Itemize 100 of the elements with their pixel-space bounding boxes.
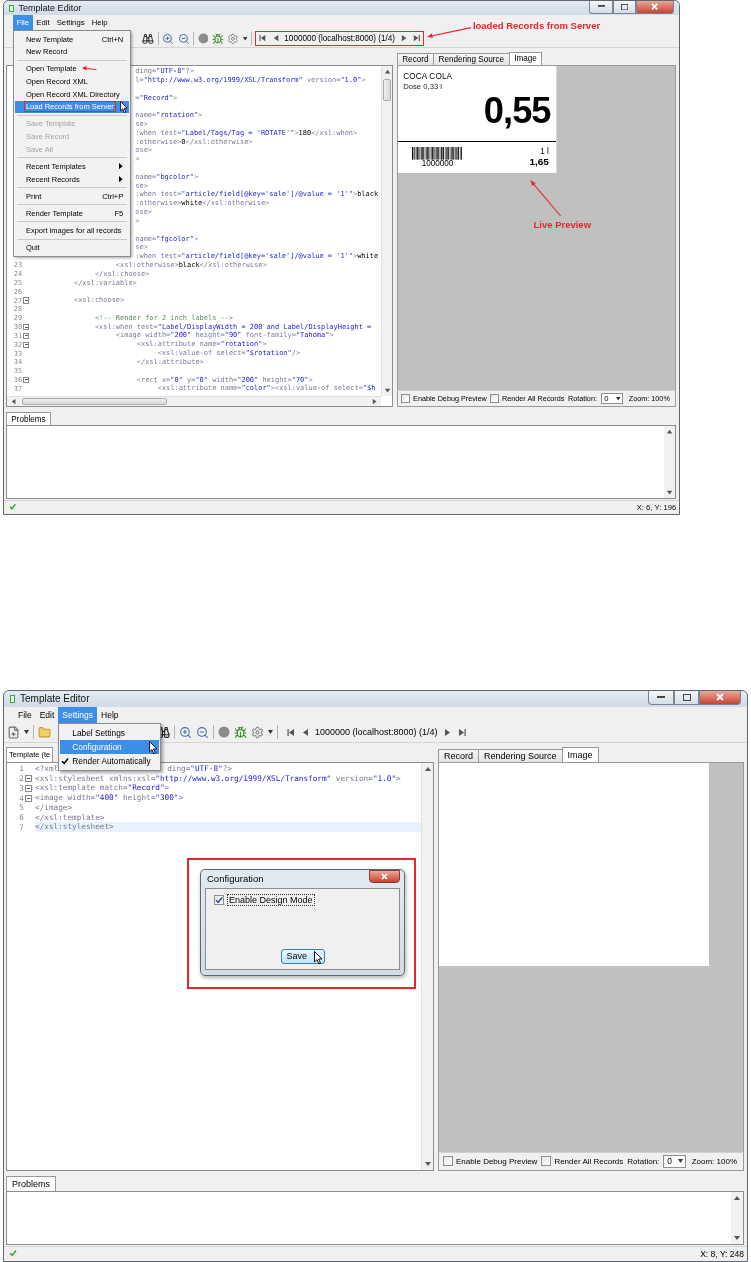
checkbox-label: Render All Records [554, 1156, 624, 1166]
close-button[interactable] [635, 1, 674, 14]
rotation-label: Rotation: [627, 1156, 660, 1166]
problems-tab[interactable]: Problems [6, 1175, 56, 1191]
mouse-pointer-icon [119, 101, 128, 115]
zoom-out-icon[interactable] [177, 32, 190, 45]
menu-bar-item[interactable]: Edit [35, 706, 59, 723]
annotation-arrow [530, 179, 562, 217]
preview-tab[interactable]: Image [561, 746, 599, 762]
preview-tab[interactable]: Record [438, 748, 479, 762]
checkbox[interactable] [401, 394, 411, 404]
price-text: 0,55 [483, 94, 551, 129]
bug-icon[interactable] [212, 32, 224, 45]
unit-price: 1,65 [529, 156, 549, 168]
caret-icon [616, 396, 621, 401]
next-record-icon[interactable] [399, 34, 408, 43]
checkbox-label: Render All Records [502, 394, 565, 404]
record-indicator: 1000000 (localhost:8000) (1/4) [284, 34, 395, 43]
scroll-down-icon[interactable] [383, 387, 391, 395]
save-button[interactable]: Save [280, 948, 325, 964]
circle-icon[interactable] [218, 726, 230, 739]
bug-icon[interactable] [234, 725, 247, 739]
scroll-right-icon[interactable] [371, 398, 379, 406]
scroll-down-icon[interactable] [666, 489, 674, 497]
scroll-down-icon[interactable] [423, 1159, 432, 1168]
fold-icon[interactable] [25, 775, 32, 783]
first-record-icon[interactable] [287, 727, 296, 737]
caret-icon[interactable] [268, 730, 273, 735]
app-icon [10, 694, 15, 703]
new-file-icon[interactable] [7, 725, 20, 739]
scroll-up-icon[interactable] [383, 68, 391, 76]
checkbox-label: Enable Debug Preview [456, 1156, 538, 1166]
fold-icon[interactable] [23, 297, 30, 304]
preview-tab[interactable]: Image [508, 51, 543, 66]
menu-bar-item[interactable]: File [14, 706, 36, 723]
annotation-text: Live Preview [533, 219, 592, 231]
circle-icon[interactable] [197, 33, 209, 44]
maximize-button[interactable] [674, 690, 699, 705]
close-icon [650, 3, 659, 11]
checkbox[interactable] [490, 394, 500, 404]
fold-icon[interactable] [23, 323, 30, 331]
zoom-in-icon[interactable] [179, 725, 192, 739]
fold-icon[interactable] [25, 794, 32, 802]
checkbox[interactable] [214, 894, 224, 905]
mouse-pointer-icon [148, 740, 158, 755]
problems-tab[interactable]: Problems [5, 411, 52, 426]
zoom-in-icon[interactable] [162, 32, 175, 45]
close-button[interactable] [369, 870, 400, 884]
fold-icon[interactable] [25, 784, 32, 792]
last-record-icon[interactable] [412, 34, 421, 43]
maximize-icon [682, 693, 691, 701]
previous-record-icon[interactable] [271, 34, 280, 43]
preview-tab[interactable]: Rendering Source [433, 53, 510, 66]
barcode-number: 1000000 [421, 159, 454, 168]
fold-icon[interactable] [23, 376, 30, 384]
zoom-out-icon[interactable] [196, 725, 209, 739]
scroll-up-icon[interactable] [666, 428, 674, 436]
rotation-select[interactable]: 0 [663, 1154, 686, 1168]
scroll-down-icon[interactable] [733, 1233, 741, 1242]
fold-icon[interactable] [23, 341, 30, 348]
menu-item[interactable]: Render Automatically [60, 753, 159, 768]
cursor-position: X: 8, Y: 248 [700, 1248, 744, 1259]
caret-icon [677, 1159, 683, 1164]
fold-icon[interactable] [23, 332, 30, 340]
dialog-title: Configuration [207, 873, 264, 885]
menu-item[interactable]: Label Settings [60, 725, 159, 740]
minimize-icon [597, 5, 605, 9]
maximize-button[interactable] [612, 1, 636, 14]
scrollbar-thumb[interactable] [383, 78, 392, 101]
menu-bar-item[interactable]: Help [97, 706, 123, 723]
caret-icon[interactable] [24, 730, 29, 735]
close-icon [381, 873, 388, 881]
last-record-icon[interactable] [456, 727, 466, 737]
scrollbar-thumb[interactable] [22, 398, 167, 406]
unit-text: 1 l [540, 148, 549, 157]
window-title: Template Editor [18, 3, 82, 14]
minimize-button[interactable] [589, 1, 613, 14]
product-name: COCA COLA [403, 71, 454, 81]
checkbox[interactable] [443, 1156, 453, 1167]
next-record-icon[interactable] [442, 727, 452, 737]
minimize-icon [657, 695, 665, 699]
preview-tab[interactable]: Record [396, 53, 434, 66]
scroll-left-icon[interactable] [9, 398, 17, 406]
maximize-icon [620, 3, 628, 10]
checkbox-label: Enable Design Mode [227, 893, 315, 906]
close-button[interactable] [699, 690, 741, 705]
checkbox[interactable] [541, 1156, 552, 1167]
zoom-label: Zoom: 100% [691, 1156, 737, 1166]
previous-record-icon[interactable] [301, 727, 310, 737]
minimize-button[interactable] [648, 690, 674, 705]
caret-icon[interactable] [242, 36, 248, 41]
checkmark-icon [215, 895, 223, 904]
window-title: Template Editor [20, 693, 90, 705]
record-indicator: 1000000 (localhost:8000) (1/4) [315, 727, 438, 738]
binoculars-icon[interactable] [142, 32, 155, 45]
preview-tab[interactable]: Rendering Source [478, 748, 563, 762]
close-icon [716, 693, 724, 702]
rotation-label: Rotation: [567, 394, 597, 404]
app-icon [9, 4, 14, 12]
first-record-icon[interactable] [259, 34, 268, 43]
